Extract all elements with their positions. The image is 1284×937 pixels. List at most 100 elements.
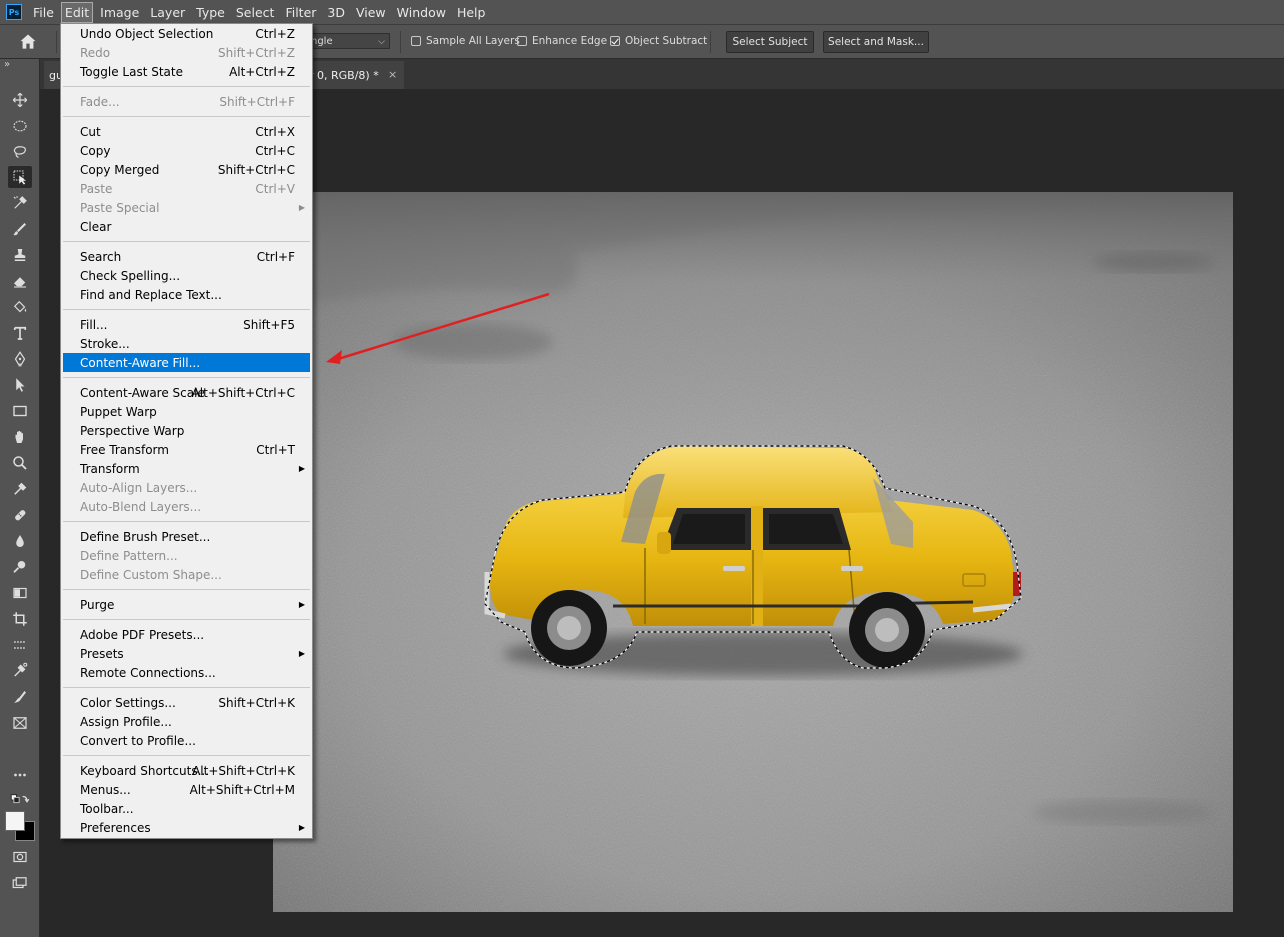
mode-select[interactable]: ngle ⌵ <box>300 33 390 49</box>
swap-colors-control[interactable] <box>8 792 32 808</box>
checkbox-box <box>411 36 421 46</box>
submenu-arrow-icon: ▶ <box>298 600 305 609</box>
menu-item-copy-merged[interactable]: Copy Merged Shift+Ctrl+C <box>63 160 310 179</box>
menu-item-fill[interactable]: Fill... Shift+F5 <box>63 315 310 334</box>
menu-item-perspective-warp[interactable]: Perspective Warp <box>63 421 310 440</box>
menu-separator <box>63 619 310 620</box>
menu-item-label: Content-Aware Scale <box>80 385 205 400</box>
menu-item-toggle-last-state[interactable]: Toggle Last State Alt+Ctrl+Z <box>63 62 310 81</box>
menu-type[interactable]: Type <box>192 2 229 23</box>
menu-item-puppet-warp[interactable]: Puppet Warp <box>63 402 310 421</box>
menu-view[interactable]: View <box>352 2 390 23</box>
menu-item-remote-connections[interactable]: Remote Connections... <box>63 663 310 682</box>
menu-item-presets[interactable]: Presets ▶ <box>63 644 310 663</box>
menu-select[interactable]: Select <box>232 2 279 23</box>
menu-item-menus[interactable]: Menus... Alt+Shift+Ctrl+M <box>63 780 310 799</box>
menu-item-content-aware-scale[interactable]: Content-Aware Scale Alt+Shift+Ctrl+C <box>63 383 310 402</box>
select-subject-button[interactable]: Select Subject <box>726 31 814 53</box>
toy-car-photo <box>273 192 1233 912</box>
type-tool-button[interactable] <box>8 322 32 344</box>
crop-tool-button[interactable] <box>8 608 32 630</box>
blur-drop-button[interactable] <box>8 530 32 552</box>
menu-item-clear[interactable]: Clear <box>63 217 310 236</box>
eraser-button[interactable] <box>8 270 32 292</box>
options-divider <box>56 31 57 53</box>
menu-edit[interactable]: Edit <box>60 1 94 23</box>
rectangle-tool-button[interactable] <box>8 400 32 422</box>
menu-item-convert-to-profile[interactable]: Convert to Profile... <box>63 731 310 750</box>
move-tool-button[interactable] <box>8 89 32 111</box>
menu-item-free-transform[interactable]: Free Transform Ctrl+T <box>63 440 310 459</box>
path-selection-button[interactable] <box>8 374 32 396</box>
menu-help[interactable]: Help <box>453 2 490 23</box>
history-brush-button[interactable] <box>8 686 32 708</box>
close-icon[interactable]: × <box>388 68 397 81</box>
select-and-mask-button[interactable]: Select and Mask... <box>823 31 929 53</box>
slice-button[interactable] <box>8 659 32 681</box>
elliptical-marquee-button[interactable] <box>8 115 32 137</box>
frame-tool-button[interactable] <box>8 634 32 656</box>
menu-item-paste: Paste Ctrl+V <box>63 179 310 198</box>
document-tab-title: r 0, RGB/8) * <box>309 69 379 82</box>
chevron-down-icon: ⌵ <box>378 37 385 47</box>
sample-all-layers-checkbox[interactable]: Sample All Layers <box>411 35 520 47</box>
menu-image[interactable]: Image <box>96 2 143 23</box>
menu-item-search[interactable]: Search Ctrl+F <box>63 247 310 266</box>
menu-item-stroke[interactable]: Stroke... <box>63 334 310 353</box>
home-button[interactable] <box>10 30 46 54</box>
menu-3d[interactable]: 3D <box>323 2 349 23</box>
edit-toolbar-button[interactable] <box>8 764 32 786</box>
screen-mode-button[interactable] <box>8 872 32 894</box>
object-selection-button[interactable] <box>8 166 32 188</box>
menu-window[interactable]: Window <box>393 2 450 23</box>
menu-item-toolbar[interactable]: Toolbar... <box>63 799 310 818</box>
menu-item-adobe-pdf-presets[interactable]: Adobe PDF Presets... <box>63 625 310 644</box>
gradient-tool-button[interactable] <box>8 582 32 604</box>
menu-item-color-settings[interactable]: Color Settings... Shift+Ctrl+K <box>63 693 310 712</box>
eyedropper-icon <box>14 482 27 495</box>
menu-item-copy[interactable]: Copy Ctrl+C <box>63 141 310 160</box>
menu-item-keyboard-shortcuts[interactable]: Keyboard Shortcuts... Alt+Shift+Ctrl+K <box>63 761 310 780</box>
menu-item-find-and-replace-text[interactable]: Find and Replace Text... <box>63 285 310 304</box>
stamp-button[interactable] <box>8 244 32 266</box>
eyedropper-button[interactable] <box>8 478 32 500</box>
pen-tool-button[interactable] <box>8 348 32 370</box>
menu-item-purge[interactable]: Purge ▶ <box>63 595 310 614</box>
quick-mask-button[interactable] <box>8 846 32 868</box>
edit-menu-dropdown: Undo Object Selection Ctrl+Z Redo Shift+Ctr… <box>60 23 313 839</box>
menu-filter[interactable]: Filter <box>281 2 320 23</box>
paint-bucket-button[interactable] <box>8 296 32 318</box>
object-subtract-checkbox[interactable]: Object Subtract <box>610 35 707 47</box>
menu-item-check-spelling[interactable]: Check Spelling... <box>63 266 310 285</box>
menu-item-assign-profile[interactable]: Assign Profile... <box>63 712 310 731</box>
menu-item-transform[interactable]: Transform ▶ <box>63 459 310 478</box>
menu-item-shortcut: Shift+F5 <box>243 317 295 332</box>
menu-item-label: Content-Aware Fill... <box>80 355 201 370</box>
hand-tool-button[interactable] <box>8 426 32 448</box>
menu-item-shortcut: Shift+Ctrl+K <box>218 695 295 710</box>
eraser-icon <box>14 277 26 288</box>
foreground-color-swatch[interactable] <box>5 811 25 831</box>
eyedropper-brush-button[interactable] <box>8 192 32 214</box>
document-canvas[interactable] <box>273 192 1233 912</box>
pen-tool-icon <box>14 351 26 367</box>
menu-item-define-brush-preset[interactable]: Define Brush Preset... <box>63 527 310 546</box>
menu-item-shortcut: Ctrl+X <box>255 124 295 139</box>
menu-item-cut[interactable]: Cut Ctrl+X <box>63 122 310 141</box>
lasso-button[interactable] <box>8 141 32 163</box>
menu-layer[interactable]: Layer <box>146 2 189 23</box>
menu-item-label: Keyboard Shortcuts... <box>80 763 210 778</box>
menu-file[interactable]: File <box>29 2 58 23</box>
smudge-button[interactable] <box>8 712 32 734</box>
healing-brush-button[interactable] <box>8 504 32 526</box>
dodge-tool-button[interactable] <box>8 556 32 578</box>
brush-button[interactable] <box>8 218 32 240</box>
zoom-tool-button[interactable] <box>8 452 32 474</box>
enhance-edge-checkbox[interactable]: Enhance Edge <box>517 35 607 47</box>
menu-item-content-aware-fill[interactable]: Content-Aware Fill... <box>63 353 310 372</box>
type-tool-icon <box>13 326 27 340</box>
menu-item-label: Transform <box>80 461 140 476</box>
menu-item-preferences[interactable]: Preferences ▶ <box>63 818 310 837</box>
menu-item-undo-object-selection[interactable]: Undo Object Selection Ctrl+Z <box>63 24 310 43</box>
collapse-panel-icon[interactable]: » <box>4 59 10 70</box>
